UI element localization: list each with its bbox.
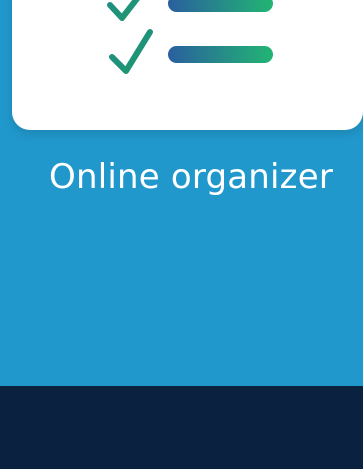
footer-band [0, 386, 363, 469]
icon-tile [12, 0, 363, 130]
list-line [168, 46, 273, 63]
feature-title: Online organizer [48, 157, 333, 197]
checklist-icon [107, 0, 273, 74]
check-mark-icon [109, 29, 153, 74]
list-line [168, 0, 273, 12]
page: Online organizer [0, 0, 363, 469]
check-mark-icon [107, 0, 140, 21]
feature-card[interactable]: Online organizer [0, 0, 363, 387]
